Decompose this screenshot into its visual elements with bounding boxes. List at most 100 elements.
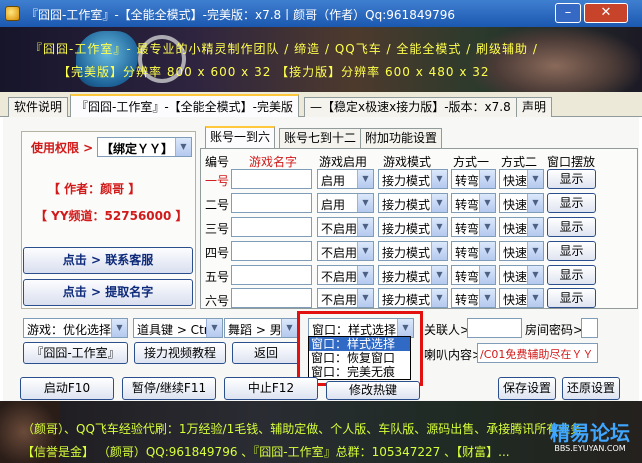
show-window-button[interactable]: 显示 <box>547 288 596 308</box>
way1-select[interactable]: 转弯 ▼ <box>451 241 496 261</box>
forum-watermark: 精易论坛 BBS.EYUYAN.COM <box>542 422 638 462</box>
way2-select[interactable]: 快速 ▼ <box>499 193 544 213</box>
mode-select[interactable]: 接力模式 ▼ <box>378 288 448 308</box>
enable-select[interactable]: 不启用 ▼ <box>317 217 374 237</box>
chevron-down-icon: ▼ <box>527 242 543 260</box>
dropdown-option-style-select[interactable]: 窗口：样式选择 <box>309 337 410 351</box>
game-name-input[interactable] <box>231 241 312 261</box>
show-window-button[interactable]: 显示 <box>547 193 596 213</box>
chevron-down-icon: ▼ <box>479 242 495 260</box>
dance-select[interactable]: 舞蹈 > 男号 ▼ <box>224 318 298 338</box>
dropdown-option-perfect-traceless[interactable]: 窗口：完美无痕 <box>309 365 410 379</box>
game-optimize-select[interactable]: 游戏：优化选择 ▼ <box>23 318 128 338</box>
header-number: 编号 <box>205 155 230 169</box>
minimize-button[interactable]: – <box>555 3 581 23</box>
mode-select[interactable]: 接力模式 ▼ <box>378 169 448 189</box>
enable-select[interactable]: 不启用 ▼ <box>317 288 374 308</box>
contact-label: 关联人> <box>424 323 471 337</box>
mode-select[interactable]: 接力模式 ▼ <box>378 217 448 237</box>
way1-select[interactable]: 转弯 ▼ <box>451 193 496 213</box>
enable-select[interactable]: 启用 ▼ <box>317 169 374 189</box>
enable-select[interactable]: 不启用 ▼ <box>317 265 374 285</box>
chevron-down-icon: ▼ <box>357 218 373 236</box>
game-name-input[interactable] <box>231 217 312 237</box>
mode-select[interactable]: 接力模式 ▼ <box>378 193 448 213</box>
header-mode: 游戏模式 <box>383 155 432 169</box>
restore-settings-button[interactable]: 还原设置 <box>562 377 620 400</box>
tab-relay-version[interactable]: —【稳定x极速x接力版】-版本：x7.8 <box>304 97 517 117</box>
mode-select[interactable]: 接力模式 ▼ <box>378 265 448 285</box>
pause-resume-button[interactable]: 暂停/继续F11 <box>122 377 216 400</box>
way1-select[interactable]: 转弯 ▼ <box>451 169 496 189</box>
watermark-main-text: 精易论坛 <box>550 421 630 445</box>
way2-value: 快速 <box>503 174 528 188</box>
fetch-name-button[interactable]: 点击 > 提取名字 <box>23 279 193 306</box>
subtab-extra-settings[interactable]: 附加功能设置 <box>360 128 443 148</box>
enable-select[interactable]: 不启用 ▼ <box>317 241 374 261</box>
chevron-down-icon: ▼ <box>431 194 447 212</box>
video-tutorial-button[interactable]: 接力视频教程 <box>134 342 226 364</box>
row-label: 六号 <box>205 294 230 308</box>
way2-select[interactable]: 快速 ▼ <box>499 241 544 261</box>
show-window-button[interactable]: 显示 <box>547 217 596 237</box>
footer-line-1: （颜哥）、QQ飞车经验代刷：1万经验/1毛钱、辅助定做、个人版、车队版、源码出售… <box>22 422 583 436</box>
subtab-accounts-7-12[interactable]: 账号七到十二 <box>279 128 362 148</box>
tab-software-info[interactable]: 软件说明 <box>8 97 69 117</box>
enable-value: 不启用 <box>321 270 358 284</box>
way1-value: 转弯 <box>455 174 480 188</box>
show-window-button[interactable]: 显示 <box>547 265 596 285</box>
way1-select[interactable]: 转弯 ▼ <box>451 217 496 237</box>
row-label: 二号 <box>205 198 230 212</box>
modify-hotkey-button[interactable]: 修改热键 <box>326 381 420 400</box>
way1-value: 转弯 <box>455 198 480 212</box>
chevron-down-icon: ▼ <box>479 266 495 284</box>
chevron-down-icon: ▼ <box>431 218 447 236</box>
game-name-input[interactable] <box>231 265 312 285</box>
contact-input[interactable] <box>467 318 522 338</box>
header-game-name: 游戏名字 <box>249 155 298 169</box>
tab-main[interactable]: 『囧囧-工作室』-【全能全模式】-完美版 <box>70 94 299 118</box>
start-button[interactable]: 启动F10 <box>20 377 114 400</box>
dropdown-option-restore-window[interactable]: 窗口：恢复窗口 <box>309 351 410 365</box>
game-name-input[interactable] <box>231 169 312 189</box>
way1-select[interactable]: 转弯 ▼ <box>451 288 496 308</box>
horn-content-label: 喇叭内容> <box>424 348 483 362</box>
row-label: 三号 <box>205 222 230 236</box>
mode-select[interactable]: 接力模式 ▼ <box>378 241 448 261</box>
horn-content-input[interactable]: /C01免费辅助尽在ＹＹ <box>477 343 598 363</box>
show-window-button[interactable]: 显示 <box>547 169 596 189</box>
save-settings-button[interactable]: 保存设置 <box>498 377 556 400</box>
way1-select[interactable]: 转弯 ▼ <box>451 265 496 285</box>
watermark-sub-text: BBS.EYUYAN.COM <box>554 444 626 453</box>
game-name-input[interactable] <box>231 288 312 308</box>
game-name-input[interactable] <box>231 193 312 213</box>
way2-select[interactable]: 快速 ▼ <box>499 217 544 237</box>
stop-button[interactable]: 中止F12 <box>224 377 318 400</box>
contact-service-button[interactable]: 点击 > 联系客服 <box>23 247 193 274</box>
studio-button[interactable]: 『囧囧-工作室』 <box>23 342 128 364</box>
chevron-down-icon: ▼ <box>479 194 495 212</box>
way2-select[interactable]: 快速 ▼ <box>499 288 544 308</box>
subtab-accounts-1-6[interactable]: 账号一到六 <box>205 126 276 148</box>
way2-select[interactable]: 快速 ▼ <box>499 265 544 285</box>
room-password-input[interactable] <box>581 318 598 338</box>
close-button[interactable]: ✕ <box>584 3 628 23</box>
chevron-down-icon: ▼ <box>527 170 543 188</box>
chevron-down-icon: ▼ <box>206 319 222 337</box>
back-button[interactable]: 返回 <box>232 342 300 364</box>
mode-value: 接力模式 <box>382 270 431 284</box>
chevron-down-icon: ▼ <box>111 319 127 337</box>
header-way1: 方式一 <box>453 155 490 169</box>
banner-line-1: 『囧囧-工作室』- 最专业的小精灵制作团队 / 缔造 / QQ飞车 / 全能全模… <box>30 42 538 56</box>
enable-select[interactable]: 启用 ▼ <box>317 193 374 213</box>
mode-value: 接力模式 <box>382 174 431 188</box>
show-window-button[interactable]: 显示 <box>547 241 596 261</box>
prop-key-select[interactable]: 道具键 > Ctrl ▼ <box>133 318 223 338</box>
way2-select[interactable]: 快速 ▼ <box>499 169 544 189</box>
tab-statement[interactable]: 声明 <box>516 97 553 117</box>
permission-select[interactable]: 【绑定ＹＹ】 ▼ <box>97 137 192 157</box>
enable-value: 不启用 <box>321 246 358 260</box>
mode-value: 接力模式 <box>382 246 431 260</box>
window-style-dropdown: 窗口：样式选择 窗口：恢复窗口 窗口：完美无痕 <box>308 336 411 380</box>
way1-value: 转弯 <box>455 246 480 260</box>
